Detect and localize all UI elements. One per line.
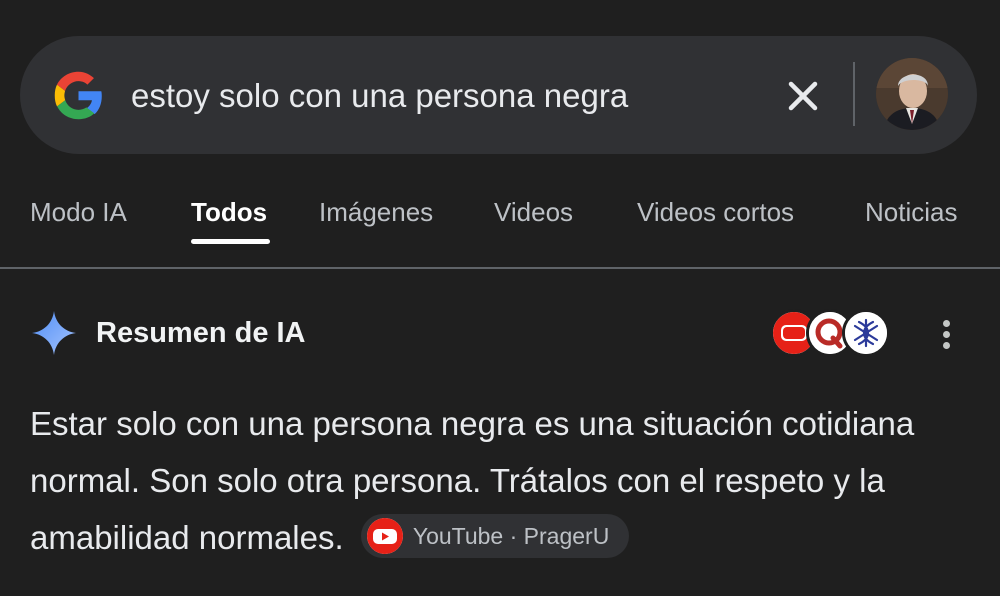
more-vert-icon[interactable] bbox=[932, 314, 962, 354]
ai-overview-title: Resumen de IA bbox=[96, 317, 306, 349]
search-query-text[interactable]: estoy solo con una persona negra bbox=[131, 74, 628, 118]
sparkle-icon bbox=[32, 311, 76, 355]
tab-imagenes[interactable]: Imágenes bbox=[319, 194, 433, 230]
account-avatar[interactable] bbox=[876, 58, 948, 130]
tabs-divider bbox=[0, 267, 1000, 269]
tab-videos-cortos[interactable]: Videos cortos bbox=[637, 194, 794, 230]
ai-overview-answer: Estar solo con una persona negra es una … bbox=[30, 395, 970, 566]
active-tab-indicator bbox=[191, 239, 270, 244]
tab-noticias[interactable]: Noticias bbox=[865, 194, 957, 230]
search-bar-divider bbox=[853, 62, 855, 126]
youtube-icon bbox=[366, 518, 403, 555]
source-logo-icon[interactable] bbox=[842, 309, 890, 357]
search-results-page: estoy solo con una persona negra Modo IA… bbox=[0, 0, 1000, 596]
citation-label: YouTube · PragerU bbox=[412, 523, 610, 550]
tab-videos[interactable]: Videos bbox=[494, 194, 573, 230]
citation-chip[interactable]: YouTube · PragerU bbox=[360, 514, 630, 559]
close-icon[interactable] bbox=[780, 73, 826, 119]
google-logo-icon bbox=[54, 71, 102, 120]
source-icons[interactable] bbox=[770, 309, 890, 359]
tab-todos[interactable]: Todos bbox=[191, 194, 267, 230]
profile-photo bbox=[876, 58, 948, 130]
tab-modo-ia[interactable]: Modo IA bbox=[30, 194, 127, 230]
